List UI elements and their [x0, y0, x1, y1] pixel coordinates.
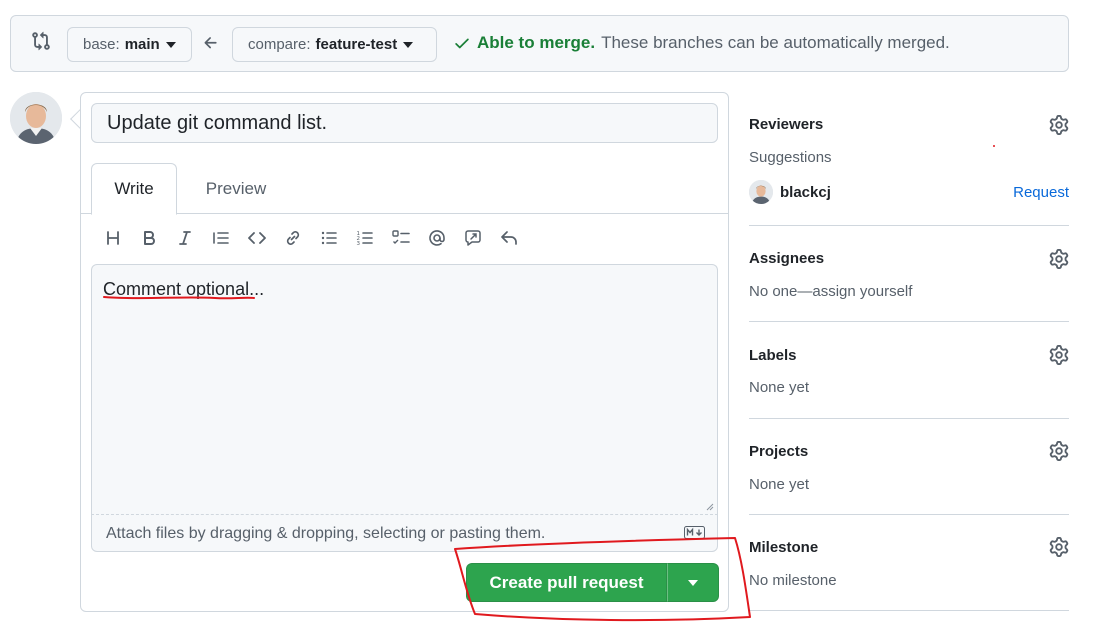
labels-text: None yet — [749, 379, 810, 396]
merge-message: These branches can be automatically merg… — [601, 33, 950, 52]
reviewers-title: Reviewers — [749, 116, 824, 133]
assignees-section: Assignees No one—assign yourself — [749, 226, 1069, 322]
gear-icon[interactable] — [1049, 441, 1069, 461]
resize-handle-icon[interactable] — [706, 503, 714, 511]
compare-branch-name: feature-test — [315, 36, 398, 53]
assignees-title: Assignees — [749, 250, 825, 267]
compare-branch-button[interactable]: compare: feature-test — [232, 27, 437, 62]
tab-preview[interactable]: Preview — [191, 163, 281, 214]
bold-icon — [144, 231, 155, 245]
reference-button[interactable] — [455, 225, 491, 251]
gear-icon[interactable] — [1049, 345, 1069, 365]
caret-down-icon — [403, 41, 414, 48]
compare-prefix: compare: — [248, 36, 311, 53]
check-icon — [455, 38, 469, 49]
git-compare-icon — [32, 31, 50, 51]
avatar — [749, 180, 773, 204]
italic-icon — [179, 231, 191, 245]
quote-button[interactable] — [203, 225, 239, 251]
heading-button[interactable] — [95, 225, 131, 251]
projects-title: Projects — [749, 443, 809, 460]
base-branch-button[interactable]: base: main — [67, 27, 192, 62]
gear-icon[interactable] — [1049, 115, 1069, 135]
reply-icon — [501, 231, 517, 245]
gear-icon[interactable] — [1049, 537, 1069, 557]
gear-icon[interactable] — [1049, 249, 1069, 269]
heading-icon — [107, 231, 119, 245]
attach-files-bar[interactable]: Attach files by dragging & dropping, sel… — [91, 514, 718, 552]
reviewers-section: Reviewers Suggestions blackcj Request — [749, 92, 1069, 226]
base-prefix: base: — [83, 36, 120, 53]
pr-title-input[interactable] — [91, 103, 718, 143]
bold-button[interactable] — [131, 225, 167, 251]
quote-icon — [213, 232, 229, 244]
attach-files-text: Attach files by dragging & dropping, sel… — [106, 525, 546, 542]
reference-icon — [465, 230, 481, 246]
milestone-text: No milestone — [749, 572, 837, 589]
labels-title: Labels — [749, 347, 797, 364]
reply-button[interactable] — [491, 225, 527, 251]
merge-ok-label: Able to merge. — [477, 33, 596, 52]
request-review-link[interactable]: Request — [1013, 184, 1069, 201]
create-pr-button-group: Create pull request — [466, 563, 719, 602]
pull-request-composer: Write Preview 123 — [80, 92, 729, 612]
mention-button[interactable] — [419, 225, 455, 251]
ordered-list-button[interactable]: 123 — [347, 225, 383, 251]
milestone-section: Milestone No milestone — [749, 515, 1069, 611]
mention-icon — [429, 230, 445, 246]
code-button[interactable] — [239, 225, 275, 251]
svg-text:3: 3 — [357, 241, 361, 247]
arrow-left-icon — [204, 37, 217, 49]
task-list-button[interactable] — [383, 225, 419, 251]
person-avatar-icon — [10, 92, 62, 144]
pr-sidebar: Reviewers Suggestions blackcj Request As… — [749, 92, 1069, 611]
create-pr-options-button[interactable] — [667, 563, 719, 602]
caret-down-icon — [165, 41, 176, 48]
tab-write[interactable]: Write — [91, 163, 177, 215]
unordered-list-button[interactable] — [311, 225, 347, 251]
base-branch-name: main — [124, 36, 160, 53]
code-icon — [248, 232, 266, 244]
link-icon — [286, 231, 300, 245]
projects-section: Projects None yet — [749, 419, 1069, 515]
comment-placeholder: Comment optional... — [103, 279, 265, 299]
link-button[interactable] — [275, 225, 311, 251]
unordered-list-icon — [321, 231, 337, 245]
ordered-list-icon: 123 — [357, 231, 373, 247]
milestone-title: Milestone — [749, 539, 819, 556]
assignees-text[interactable]: No one—assign yourself — [749, 283, 912, 300]
create-pull-request-button[interactable]: Create pull request — [466, 563, 667, 602]
task-list-icon — [392, 230, 410, 244]
person-avatar-icon — [749, 180, 773, 204]
caret-down-icon — [688, 579, 698, 586]
reviewers-suggestions-label: Suggestions — [749, 149, 832, 166]
reviewer-username[interactable]: blackcj — [780, 184, 831, 201]
labels-section: Labels None yet — [749, 322, 1069, 419]
merge-status: Able to merge. These branches can be aut… — [453, 33, 950, 53]
editor-tabs: Write Preview — [81, 163, 728, 215]
markdown-icon[interactable] — [684, 526, 705, 539]
compare-bar: base: main compare: feature-test Able to… — [10, 15, 1069, 72]
reviewer-suggestion: blackcj Request — [749, 179, 1069, 205]
comment-textarea[interactable]: Comment optional... — [91, 264, 718, 514]
projects-text: None yet — [749, 476, 810, 493]
italic-button[interactable] — [167, 225, 203, 251]
author-avatar[interactable] — [10, 92, 62, 144]
markdown-toolbar: 123 — [95, 225, 527, 251]
